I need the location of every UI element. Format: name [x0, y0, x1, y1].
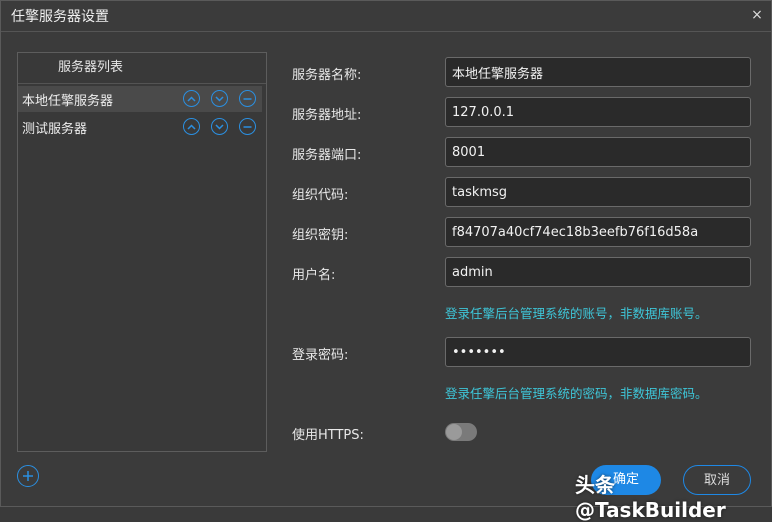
- username-label: 用户名:: [292, 268, 336, 283]
- title-bar: 任擎服务器设置 ×: [1, 1, 771, 32]
- server-port-input[interactable]: [445, 137, 751, 167]
- server-item-label: 本地任擎服务器: [22, 93, 114, 109]
- server-name-input[interactable]: [445, 57, 751, 87]
- https-row: 使用HTTPS:: [292, 417, 752, 447]
- org-secret-input[interactable]: [445, 217, 751, 247]
- org-code-row: 组织代码:: [292, 177, 752, 207]
- username-hint: 登录任擎后台管理系统的账号，非数据库账号。: [445, 306, 708, 321]
- username-input[interactable]: [445, 257, 751, 287]
- server-list-panel: 服务器列表 本地任擎服务器 测试服务器: [17, 52, 267, 452]
- password-label: 登录密码:: [292, 348, 349, 363]
- close-icon[interactable]: ×: [749, 7, 765, 23]
- toggle-knob: [446, 424, 462, 440]
- https-label: 使用HTTPS:: [292, 428, 364, 443]
- cancel-button[interactable]: 取消: [683, 465, 751, 495]
- org-secret-label: 组织密钥:: [292, 228, 349, 243]
- server-name-row: 服务器名称:: [292, 57, 752, 87]
- server-port-label: 服务器端口:: [292, 148, 362, 163]
- password-input[interactable]: [445, 337, 751, 367]
- add-server-icon[interactable]: [17, 465, 39, 487]
- remove-icon[interactable]: [239, 90, 256, 107]
- move-down-icon[interactable]: [211, 90, 228, 107]
- dialog-title: 任擎服务器设置: [11, 9, 109, 25]
- server-address-row: 服务器地址:: [292, 97, 752, 127]
- server-address-input[interactable]: [445, 97, 751, 127]
- move-up-icon[interactable]: [183, 118, 200, 135]
- server-list-item[interactable]: 本地任擎服务器: [18, 86, 262, 112]
- org-secret-row: 组织密钥:: [292, 217, 752, 247]
- https-toggle[interactable]: [445, 423, 477, 441]
- server-list-header: 服务器列表: [18, 53, 266, 84]
- move-up-icon[interactable]: [183, 90, 200, 107]
- username-row: 用户名:: [292, 257, 752, 287]
- remove-icon[interactable]: [239, 118, 256, 135]
- password-hint: 登录任擎后台管理系统的密码，非数据库密码。: [445, 386, 708, 401]
- ok-button[interactable]: 确定: [591, 465, 661, 495]
- password-row: 登录密码:: [292, 337, 752, 367]
- server-address-label: 服务器地址:: [292, 108, 362, 123]
- server-list-item[interactable]: 测试服务器: [18, 114, 262, 140]
- move-down-icon[interactable]: [211, 118, 228, 135]
- server-port-row: 服务器端口:: [292, 137, 752, 167]
- server-name-label: 服务器名称:: [292, 68, 362, 83]
- org-code-label: 组织代码:: [292, 188, 349, 203]
- settings-dialog: 任擎服务器设置 × 服务器列表 本地任擎服务器 测试服务器 服务器名称: 本地任…: [0, 0, 772, 522]
- org-code-input[interactable]: [445, 177, 751, 207]
- server-item-label: 测试服务器: [22, 121, 88, 137]
